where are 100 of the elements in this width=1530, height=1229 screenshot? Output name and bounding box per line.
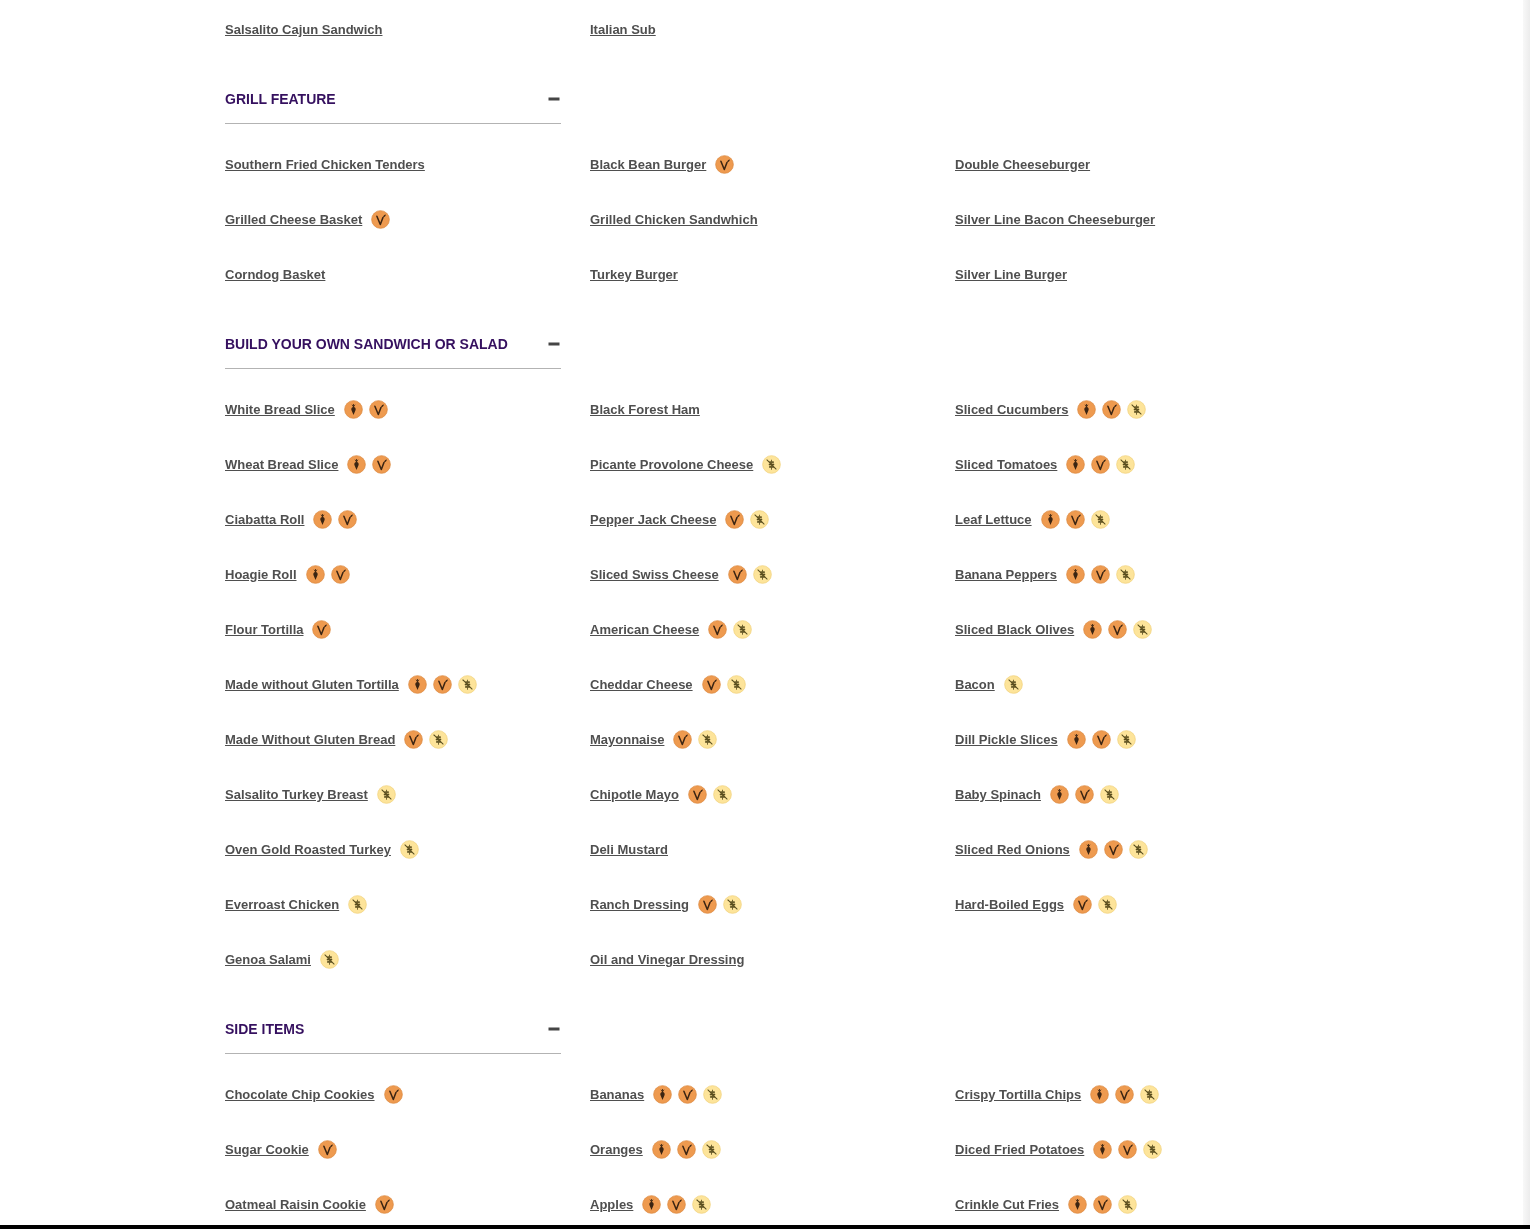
menu-item-link[interactable]: Chipotle Mayo [590, 784, 679, 805]
v-leaf-icon [1093, 1195, 1113, 1214]
menu-item-link[interactable]: Wheat Bread Slice [225, 454, 339, 475]
menu-item-link[interactable]: Diced Fried Potatoes [955, 1139, 1085, 1160]
v-leaf-icon [1091, 455, 1111, 474]
menu-item-link[interactable]: Leaf Lettuce [955, 509, 1032, 530]
v-leaf-icon [708, 620, 728, 639]
menu-item-link[interactable]: Cheddar Cheese [590, 674, 693, 695]
v-leaf-icon [1108, 620, 1128, 639]
carrot-icon [305, 565, 325, 584]
v-leaf-icon [687, 785, 707, 804]
crossed-wheat-icon [1003, 675, 1023, 694]
menu-item-link[interactable]: Italian Sub [590, 19, 656, 40]
menu-item-link[interactable]: Oil and Vinegar Dressing [590, 949, 745, 970]
carrot-icon [1068, 1195, 1088, 1214]
v-leaf-icon [1118, 1140, 1138, 1159]
menu-item-link[interactable]: Southern Fried Chicken Tenders [225, 154, 425, 175]
section-header[interactable]: SIDE ITEMS [225, 1019, 561, 1054]
crossed-wheat-icon [733, 620, 753, 639]
crossed-wheat-icon [692, 1195, 712, 1214]
crossed-wheat-icon [399, 840, 419, 859]
section-header[interactable]: BUILD YOUR OWN SANDWICH OR SALAD [225, 334, 561, 369]
menu-item-link[interactable]: Sliced Red Onions [955, 839, 1070, 860]
v-leaf-icon [338, 510, 358, 529]
menu-item-link[interactable]: Bananas [590, 1084, 645, 1105]
menu-item-link[interactable]: Everroast Chicken [225, 894, 340, 915]
menu-item-link[interactable]: Chocolate Chip Cookies [225, 1084, 375, 1105]
carrot-icon [1040, 510, 1060, 529]
crossed-wheat-icon [698, 730, 718, 749]
menu-item-link[interactable]: Salsalito Turkey Breast [225, 784, 368, 805]
v-leaf-icon [715, 155, 735, 174]
crossed-wheat-icon [1098, 895, 1118, 914]
menu-item-link[interactable]: Mayonnaise [590, 729, 665, 750]
menu-item-link[interactable]: Corndog Basket [225, 264, 326, 285]
menu-item-link[interactable]: Pepper Jack Cheese [590, 509, 717, 530]
menu-item-link[interactable]: Sugar Cookie [225, 1139, 309, 1160]
carrot-icon [1083, 620, 1103, 639]
carrot-icon [642, 1195, 662, 1214]
v-leaf-icon [432, 675, 452, 694]
carrot-icon [313, 510, 333, 529]
v-leaf-icon [368, 400, 388, 419]
menu-item-link[interactable]: Sliced Cucumbers [955, 399, 1069, 420]
menu-item-link[interactable]: Black Bean Burger [590, 154, 707, 175]
menu-item-link[interactable]: Sliced Swiss Cheese [590, 564, 719, 585]
carrot-icon [1077, 400, 1097, 419]
carrot-icon [653, 1085, 673, 1104]
crossed-wheat-icon [1116, 730, 1136, 749]
crossed-wheat-icon [1143, 1140, 1163, 1159]
crossed-wheat-icon [1099, 785, 1119, 804]
menu-item-link[interactable]: Hoagie Roll [225, 564, 297, 585]
menu-item-link[interactable]: Sliced Black Olives [955, 619, 1075, 640]
menu-item-link[interactable]: Hard-Boiled Eggs [955, 894, 1065, 915]
menu-item-link[interactable]: Sliced Tomatoes [955, 454, 1058, 475]
menu-item-link[interactable]: Oven Gold Roasted Turkey [225, 839, 391, 860]
v-leaf-icon [383, 1085, 403, 1104]
menu-item-link[interactable]: American Cheese [590, 619, 700, 640]
crossed-wheat-icon [376, 785, 396, 804]
crossed-wheat-icon [1128, 840, 1148, 859]
menu-item-link[interactable]: Salsalito Cajun Sandwich [225, 19, 383, 40]
crossed-wheat-icon [1116, 455, 1136, 474]
menu-item-link[interactable]: Oranges [590, 1139, 643, 1160]
v-leaf-icon [1102, 400, 1122, 419]
crossed-wheat-icon [1090, 510, 1110, 529]
menu-item-link[interactable]: Double Cheeseburger [955, 154, 1091, 175]
crossed-wheat-icon [429, 730, 449, 749]
crossed-wheat-icon [1140, 1085, 1160, 1104]
menu-item-link[interactable]: Banana Peppers [955, 564, 1057, 585]
section-header[interactable]: GRILL FEATURE [225, 89, 561, 124]
menu-item-link[interactable]: Made Without Gluten Bread [225, 729, 396, 750]
crossed-wheat-icon [457, 675, 477, 694]
menu-item-link[interactable]: Apples [590, 1194, 634, 1215]
menu-item-link[interactable]: Crispy Tortilla Chips [955, 1084, 1082, 1105]
menu-item-link[interactable]: Flour Tortilla [225, 619, 304, 640]
menu-item-link[interactable]: Black Forest Ham [590, 399, 700, 420]
v-leaf-icon [330, 565, 350, 584]
menu-item-link[interactable]: Ranch Dressing [590, 894, 689, 915]
menu-item-link[interactable]: Silver Line Bacon Cheeseburger [955, 209, 1156, 230]
carrot-icon [1078, 840, 1098, 859]
menu-item-link[interactable]: Bacon [955, 674, 995, 695]
menu-item-link[interactable]: Genoa Salami [225, 949, 311, 970]
menu-item-link[interactable]: Picante Provolone Cheese [590, 454, 754, 475]
menu-item-link[interactable]: Ciabatta Roll [225, 509, 305, 530]
menu-item-link[interactable]: Made without Gluten Tortilla [225, 674, 399, 695]
menu-item-link[interactable]: Turkey Burger [590, 264, 678, 285]
carrot-icon [407, 675, 427, 694]
scrollbar[interactable] [1523, 0, 1530, 1225]
crossed-wheat-icon [1133, 620, 1153, 639]
menu-item-link[interactable]: Silver Line Burger [955, 264, 1067, 285]
menu-item-link[interactable]: Dill Pickle Slices [955, 729, 1058, 750]
menu-item-link[interactable]: White Bread Slice [225, 399, 335, 420]
carrot-icon [343, 400, 363, 419]
crossed-wheat-icon [723, 895, 742, 914]
menu-item-link[interactable]: Grilled Chicken Sandwhich [590, 209, 758, 230]
menu-item-link[interactable]: Grilled Cheese Basket [225, 209, 363, 230]
menu-item-link[interactable]: Deli Mustard [590, 839, 668, 860]
menu-item-link[interactable]: Oatmeal Raisin Cookie [225, 1194, 366, 1215]
carrot-icon [1090, 1085, 1110, 1104]
menu-item-link[interactable]: Baby Spinach [955, 784, 1041, 805]
menu-item-link[interactable]: Crinkle Cut Fries [955, 1194, 1060, 1215]
crossed-wheat-icon [701, 1140, 721, 1159]
